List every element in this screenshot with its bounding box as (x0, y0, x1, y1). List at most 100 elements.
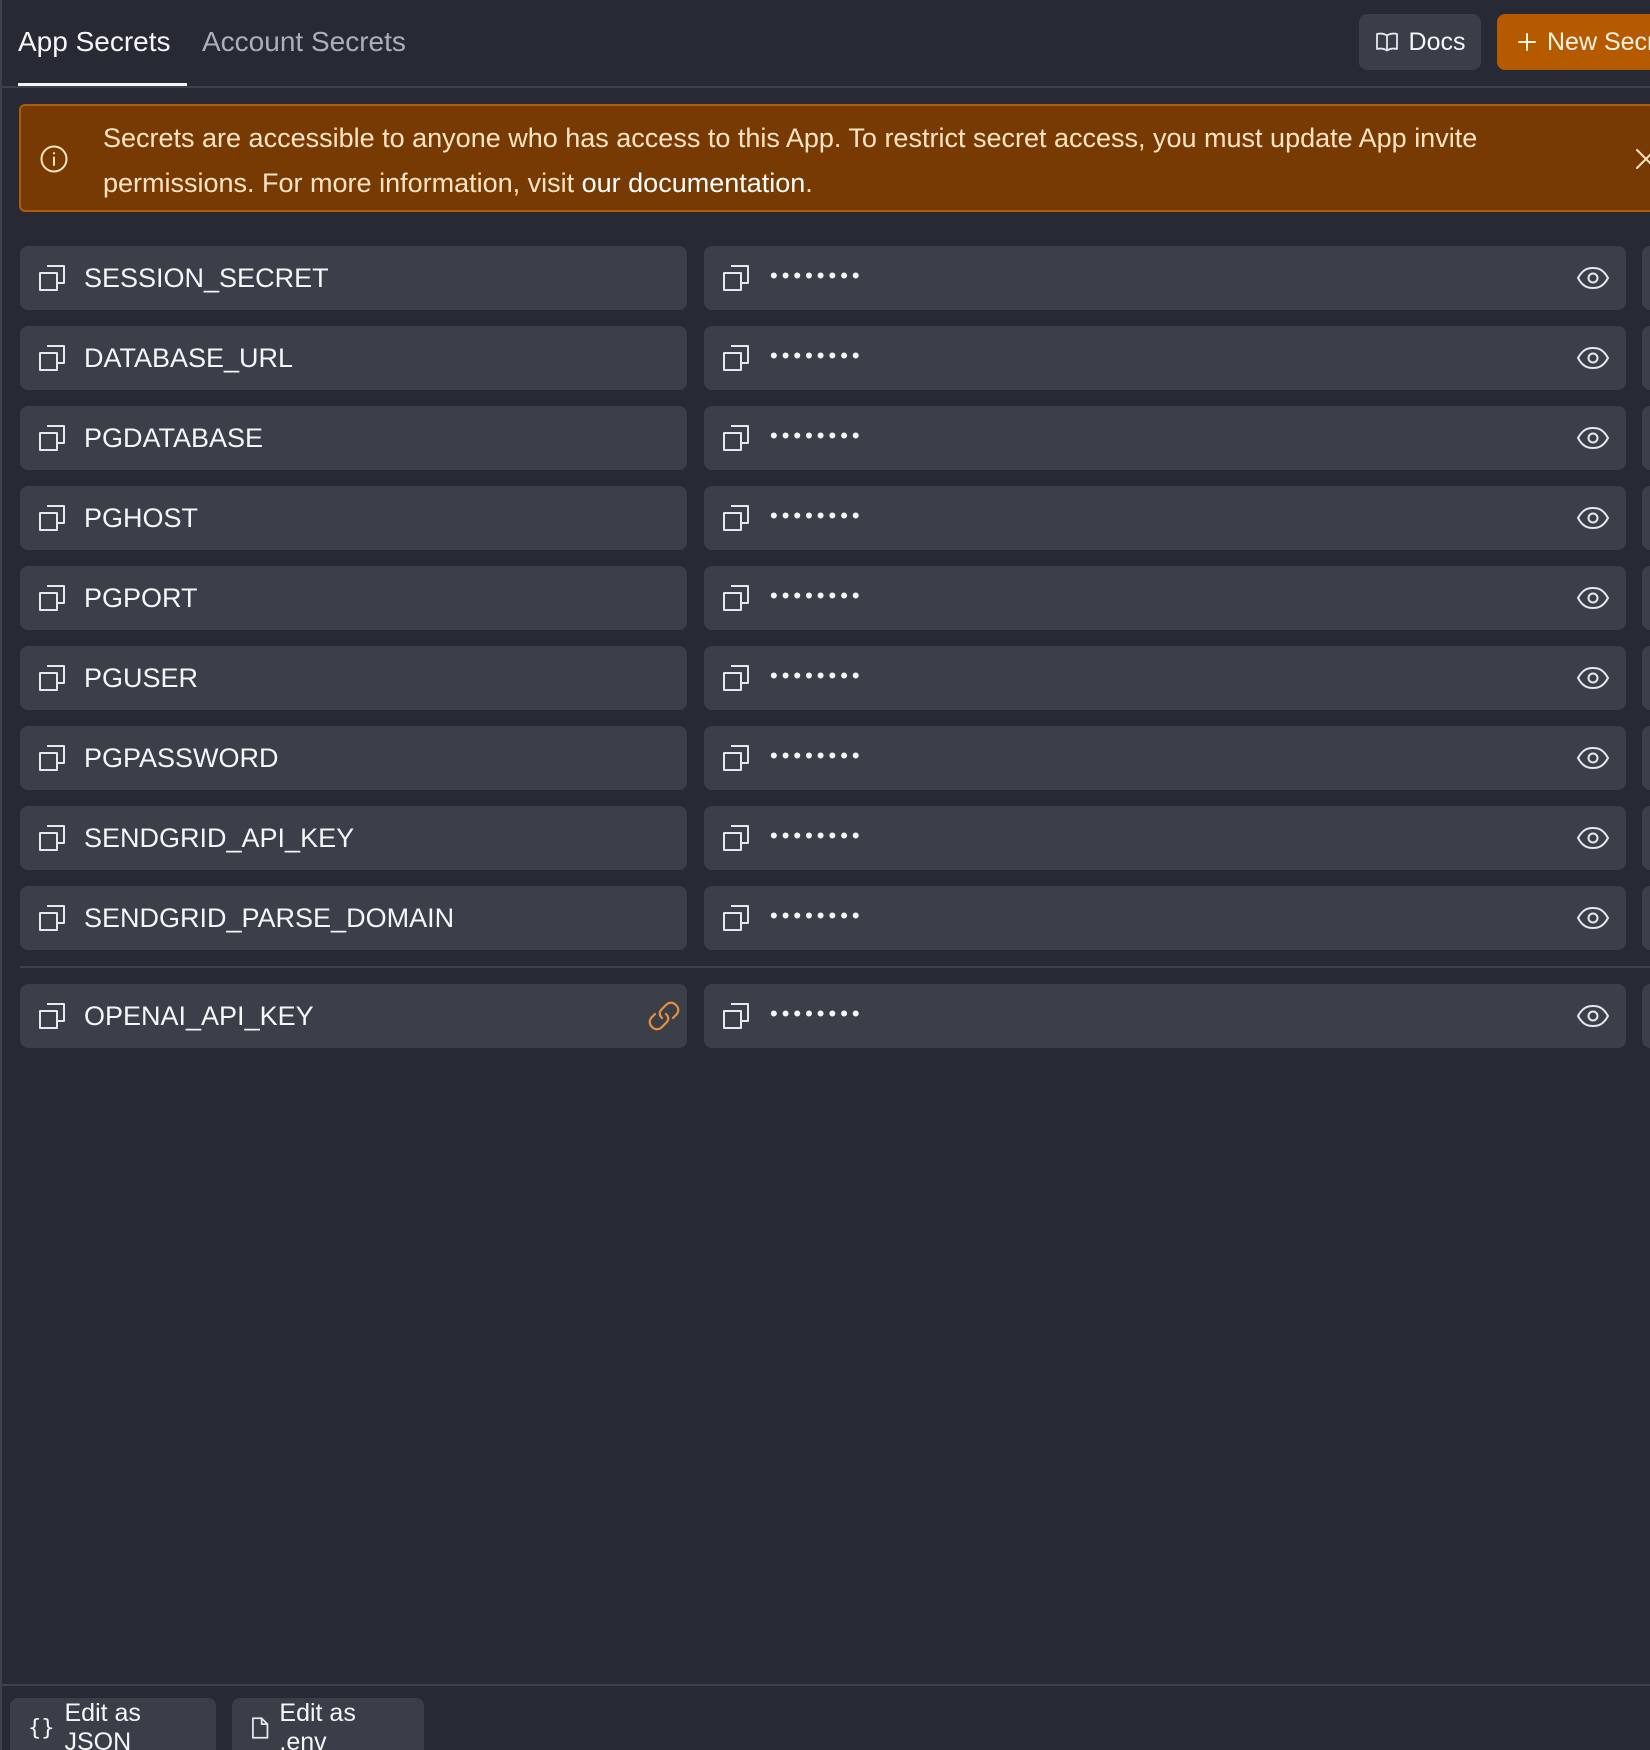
secret-key-name: OPENAI_API_KEY (84, 1001, 314, 1031)
secret-key-field[interactable]: SENDGRID_API_KEY (20, 806, 687, 870)
secret-key-name: PGDATABASE (84, 423, 264, 453)
tab-account-secrets[interactable]: Account Secrets (202, 0, 406, 84)
secret-row: SENDGRID_PARSE_DOMAIN •••••••• (20, 886, 1650, 950)
copy-icon[interactable] (37, 823, 67, 853)
secret-key-field[interactable]: PGDATABASE (20, 406, 687, 470)
secret-row: PGDATABASE •••••••• (20, 406, 1650, 470)
section-divider (20, 966, 1650, 968)
banner-message: Secrets are accessible to anyone who has… (103, 116, 1573, 206)
secret-row: SENDGRID_API_KEY •••••••• (20, 806, 1650, 870)
copy-icon[interactable] (721, 743, 751, 773)
row-actions[interactable] (1642, 806, 1650, 870)
documentation-link[interactable]: our documentation (582, 168, 806, 198)
eye-icon[interactable] (1576, 503, 1610, 533)
copy-icon[interactable] (37, 583, 67, 613)
eye-icon[interactable] (1576, 423, 1610, 453)
secret-row: PGPASSWORD •••••••• (20, 726, 1650, 790)
copy-icon[interactable] (37, 663, 67, 693)
secret-value-masked: •••••••• (770, 743, 864, 768)
secret-key-field[interactable]: PGUSER (20, 646, 687, 710)
copy-icon[interactable] (721, 263, 751, 293)
eye-icon[interactable] (1576, 743, 1610, 773)
secret-key-field[interactable]: PGPORT (20, 566, 687, 630)
copy-icon[interactable] (37, 743, 67, 773)
secret-value-field[interactable]: •••••••• (704, 984, 1626, 1048)
docs-label: Docs (1408, 27, 1466, 56)
eye-icon[interactable] (1576, 1001, 1610, 1031)
copy-icon[interactable] (721, 823, 751, 853)
access-warning-banner: Secrets are accessible to anyone who has… (19, 104, 1650, 212)
secret-value-field[interactable]: •••••••• (704, 726, 1626, 790)
secret-key-name: DATABASE_URL (84, 343, 294, 373)
secret-value-masked: •••••••• (770, 583, 864, 608)
secret-row: PGUSER •••••••• (20, 646, 1650, 710)
eye-icon[interactable] (1576, 663, 1610, 693)
secret-value-field[interactable]: •••••••• (704, 246, 1626, 310)
copy-icon[interactable] (37, 423, 67, 453)
secret-key-name: PGPORT (84, 583, 198, 613)
row-actions[interactable] (1642, 326, 1650, 390)
copy-icon[interactable] (721, 423, 751, 453)
secret-value-field[interactable]: •••••••• (704, 326, 1626, 390)
secret-key-name: SESSION_SECRET (84, 263, 329, 293)
secret-row: OPENAI_API_KEY •••••••• (20, 984, 1650, 1048)
secret-key-field[interactable]: PGHOST (20, 486, 687, 550)
secret-row: PGPORT •••••••• (20, 566, 1650, 630)
secret-key-field[interactable]: SENDGRID_PARSE_DOMAIN (20, 886, 687, 950)
secret-key-field[interactable]: DATABASE_URL (20, 326, 687, 390)
secret-key-name: SENDGRID_PARSE_DOMAIN (84, 903, 455, 933)
copy-icon[interactable] (721, 503, 751, 533)
row-actions[interactable] (1642, 486, 1650, 550)
copy-icon[interactable] (721, 1001, 751, 1031)
secret-value-field[interactable]: •••••••• (704, 406, 1626, 470)
secret-key-field[interactable]: SESSION_SECRET (20, 246, 687, 310)
row-actions[interactable] (1642, 984, 1650, 1048)
tab-app-secrets[interactable]: App Secrets (18, 0, 187, 86)
braces-icon: {} (28, 1715, 55, 1741)
row-actions[interactable] (1642, 886, 1650, 950)
secret-value-field[interactable]: •••••••• (704, 566, 1626, 630)
edit-as-json-button[interactable]: {} Edit as JSON (10, 1698, 216, 1750)
tab-label: App Secrets (18, 25, 171, 57)
tab-label: Account Secrets (202, 26, 406, 57)
secret-value-field[interactable]: •••••••• (704, 886, 1626, 950)
edit-env-label: Edit as .env (279, 1699, 356, 1750)
plus-icon (1518, 33, 1536, 51)
secret-key-name: PGPASSWORD (84, 743, 279, 773)
close-icon[interactable] (1633, 146, 1650, 172)
row-actions[interactable] (1642, 646, 1650, 710)
file-icon (252, 1717, 269, 1739)
copy-icon[interactable] (721, 903, 751, 933)
secret-key-field[interactable]: PGPASSWORD (20, 726, 687, 790)
copy-icon[interactable] (721, 343, 751, 373)
book-open-icon (1375, 32, 1398, 52)
row-actions[interactable] (1642, 406, 1650, 470)
row-actions[interactable] (1642, 726, 1650, 790)
row-actions[interactable] (1642, 246, 1650, 310)
copy-icon[interactable] (37, 1001, 67, 1031)
new-secret-button[interactable]: New Secret (1497, 14, 1650, 70)
edit-as-env-button[interactable]: Edit as .env (232, 1698, 424, 1750)
secret-key-field[interactable]: OPENAI_API_KEY (20, 984, 687, 1048)
secret-value-field[interactable]: •••••••• (704, 806, 1626, 870)
secret-value-field[interactable]: •••••••• (704, 646, 1626, 710)
eye-icon[interactable] (1576, 823, 1610, 853)
eye-icon[interactable] (1576, 263, 1610, 293)
copy-icon[interactable] (37, 903, 67, 933)
eye-icon[interactable] (1576, 903, 1610, 933)
copy-icon[interactable] (721, 663, 751, 693)
secret-value-masked: •••••••• (770, 423, 864, 448)
copy-icon[interactable] (37, 343, 67, 373)
secret-row: DATABASE_URL •••••••• (20, 326, 1650, 390)
copy-icon[interactable] (721, 583, 751, 613)
copy-icon[interactable] (37, 263, 67, 293)
copy-icon[interactable] (37, 503, 67, 533)
secret-value-field[interactable]: •••••••• (704, 486, 1626, 550)
row-actions[interactable] (1642, 566, 1650, 630)
edit-json-label: Edit as JSON (64, 1699, 141, 1750)
editor-footer: {} Edit as JSON Edit as .env (2, 1684, 1650, 1750)
docs-button[interactable]: Docs (1359, 14, 1481, 70)
info-circle-icon (40, 145, 68, 173)
eye-icon[interactable] (1576, 583, 1610, 613)
eye-icon[interactable] (1576, 343, 1610, 373)
